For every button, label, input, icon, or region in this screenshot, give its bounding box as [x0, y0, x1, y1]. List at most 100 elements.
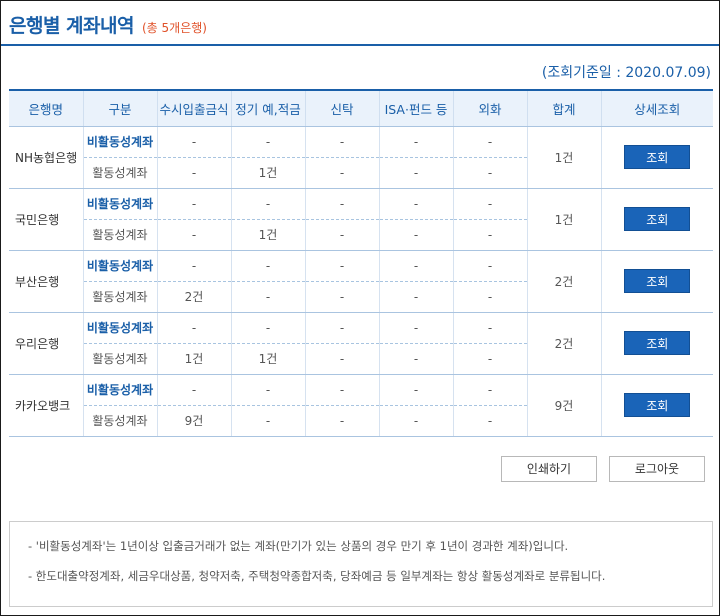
total-count: 2건 — [526, 250, 601, 313]
column-header: 은행명 — [9, 89, 83, 127]
active-account-label: 활동성계좌 — [82, 281, 157, 313]
account-count-cell: 1건 — [230, 343, 305, 375]
account-count-cell: 2건 — [156, 281, 231, 313]
account-count-cell: - — [230, 374, 305, 406]
account-count-cell: - — [304, 250, 379, 282]
account-count-cell: - — [230, 126, 305, 158]
total-count: 9건 — [526, 374, 601, 437]
inactive-account-label[interactable]: 비활동성계좌 — [82, 312, 157, 344]
account-count-cell: - — [304, 126, 379, 158]
detail-cell: 조회 — [600, 374, 713, 437]
account-count-cell: - — [452, 188, 527, 220]
column-header: 상세조회 — [600, 89, 713, 127]
account-count-cell: - — [378, 157, 453, 189]
account-count-cell: - — [156, 250, 231, 282]
account-count-cell: - — [452, 374, 527, 406]
account-count-cell: - — [378, 188, 453, 220]
account-count-cell: - — [452, 343, 527, 375]
account-count-cell: - — [304, 405, 379, 437]
account-count-cell: - — [304, 157, 379, 189]
notice-inactive-definition: - '비활동성계좌'는 1년이상 입출금거래가 없는 계좌(만기가 있는 상품의… — [28, 539, 569, 553]
account-count-cell: - — [156, 188, 231, 220]
column-header: 정기 예,적금 — [230, 89, 305, 127]
account-count-cell: - — [304, 281, 379, 313]
account-count-cell: - — [156, 157, 231, 189]
total-count: 2건 — [526, 312, 601, 375]
account-count-cell: - — [452, 281, 527, 313]
account-count-cell: - — [304, 312, 379, 344]
account-count-cell: - — [378, 219, 453, 251]
account-count-cell: - — [452, 157, 527, 189]
account-count-cell: - — [156, 219, 231, 251]
inactive-account-label[interactable]: 비활동성계좌 — [82, 126, 157, 158]
account-count-cell: 9건 — [156, 405, 231, 437]
account-count-cell: - — [230, 312, 305, 344]
account-count-cell: 1건 — [230, 219, 305, 251]
table-row: 국민은행 비활동성계좌 - - - - -1건 조회 — [9, 188, 713, 251]
account-count-cell: - — [230, 188, 305, 220]
active-account-label: 활동성계좌 — [82, 405, 157, 437]
account-count-cell: 1건 — [156, 343, 231, 375]
table-body: NH농협은행 비활동성계좌 - - - - -1건 조회 활동성계좌 -1건 - - - 국민은행 비활동성… — [9, 126, 713, 437]
view-detail-button[interactable]: 조회 — [624, 145, 691, 169]
query-date: (조회기준일 : 2020.07.09) — [541, 65, 711, 81]
account-count-cell: - — [304, 188, 379, 220]
column-header: ISA·펀드 등 — [378, 89, 453, 127]
detail-cell: 조회 — [600, 312, 713, 375]
column-header: 수시입출금식 — [156, 89, 231, 127]
account-count-cell: - — [378, 126, 453, 158]
detail-cell: 조회 — [600, 126, 713, 189]
notice-box: - '비활동성계좌'는 1년이상 입출금거래가 없는 계좌(만기가 있는 상품의… — [9, 521, 713, 607]
view-detail-button[interactable]: 조회 — [624, 207, 691, 231]
view-detail-button[interactable]: 조회 — [624, 269, 691, 293]
notice-always-active: - 한도대출약정계좌, 세금우대상품, 청약저축, 주택청약종합저축, 당좌예금… — [28, 569, 606, 583]
inactive-account-label[interactable]: 비활동성계좌 — [82, 188, 157, 220]
table-row: 우리은행 비활동성계좌 - - - - -2건 조회 — [9, 312, 713, 375]
page-title: 은행별 계좌내역 — [9, 15, 134, 37]
active-account-label: 활동성계좌 — [82, 157, 157, 189]
account-count-cell: 1건 — [230, 157, 305, 189]
column-header: 외화 — [452, 89, 527, 127]
action-buttons: 인쇄하기 로그아웃 — [501, 456, 705, 482]
bank-name: 부산은행 — [9, 250, 83, 313]
account-count-cell: - — [452, 405, 527, 437]
bank-name: 카카오뱅크 — [9, 374, 83, 437]
account-table: 은행명 구분 수시입출금식 정기 예,적금 신탁 ISA·펀드 등 외화 합계 상세조회 NH농… — [9, 89, 713, 437]
account-count-cell: - — [156, 126, 231, 158]
active-account-label: 활동성계좌 — [82, 343, 157, 375]
view-detail-button[interactable]: 조회 — [624, 331, 691, 355]
inactive-account-label[interactable]: 비활동성계좌 — [82, 374, 157, 406]
account-count-cell: - — [452, 126, 527, 158]
table-row: 카카오뱅크 비활동성계좌 - - - - -9건 조회 — [9, 374, 713, 437]
column-header: 구분 — [82, 89, 157, 127]
inactive-account-label[interactable]: 비활동성계좌 — [82, 250, 157, 282]
account-count-cell: - — [452, 312, 527, 344]
account-count-cell: - — [378, 281, 453, 313]
account-count-cell: - — [304, 343, 379, 375]
logout-button[interactable]: 로그아웃 — [609, 456, 705, 482]
bank-name: NH농협은행 — [9, 126, 83, 189]
account-count-cell: - — [378, 374, 453, 406]
bank-name: 우리은행 — [9, 312, 83, 375]
page-frame: 은행별 계좌내역 (총 5개은행) (조회기준일 : 2020.07.09) 은… — [0, 0, 720, 616]
total-count: 1건 — [526, 126, 601, 189]
account-count-cell: - — [230, 250, 305, 282]
account-count-cell: - — [304, 374, 379, 406]
print-button[interactable]: 인쇄하기 — [501, 456, 597, 482]
account-count-cell: - — [230, 281, 305, 313]
bank-name: 국민은행 — [9, 188, 83, 251]
header-divider — [1, 44, 719, 46]
account-count-cell: - — [378, 405, 453, 437]
account-count-cell: - — [378, 343, 453, 375]
table-row: 부산은행 비활동성계좌 - - - - -2건 조회 — [9, 250, 713, 313]
account-count-cell: - — [230, 405, 305, 437]
table-row: NH농협은행 비활동성계좌 - - - - -1건 조회 — [9, 126, 713, 189]
view-detail-button[interactable]: 조회 — [624, 393, 691, 417]
detail-cell: 조회 — [600, 250, 713, 313]
account-count-cell: - — [378, 312, 453, 344]
account-count-cell: - — [378, 250, 453, 282]
account-count-cell: - — [452, 250, 527, 282]
account-count-cell: - — [452, 219, 527, 251]
total-count: 1건 — [526, 188, 601, 251]
detail-cell: 조회 — [600, 188, 713, 251]
